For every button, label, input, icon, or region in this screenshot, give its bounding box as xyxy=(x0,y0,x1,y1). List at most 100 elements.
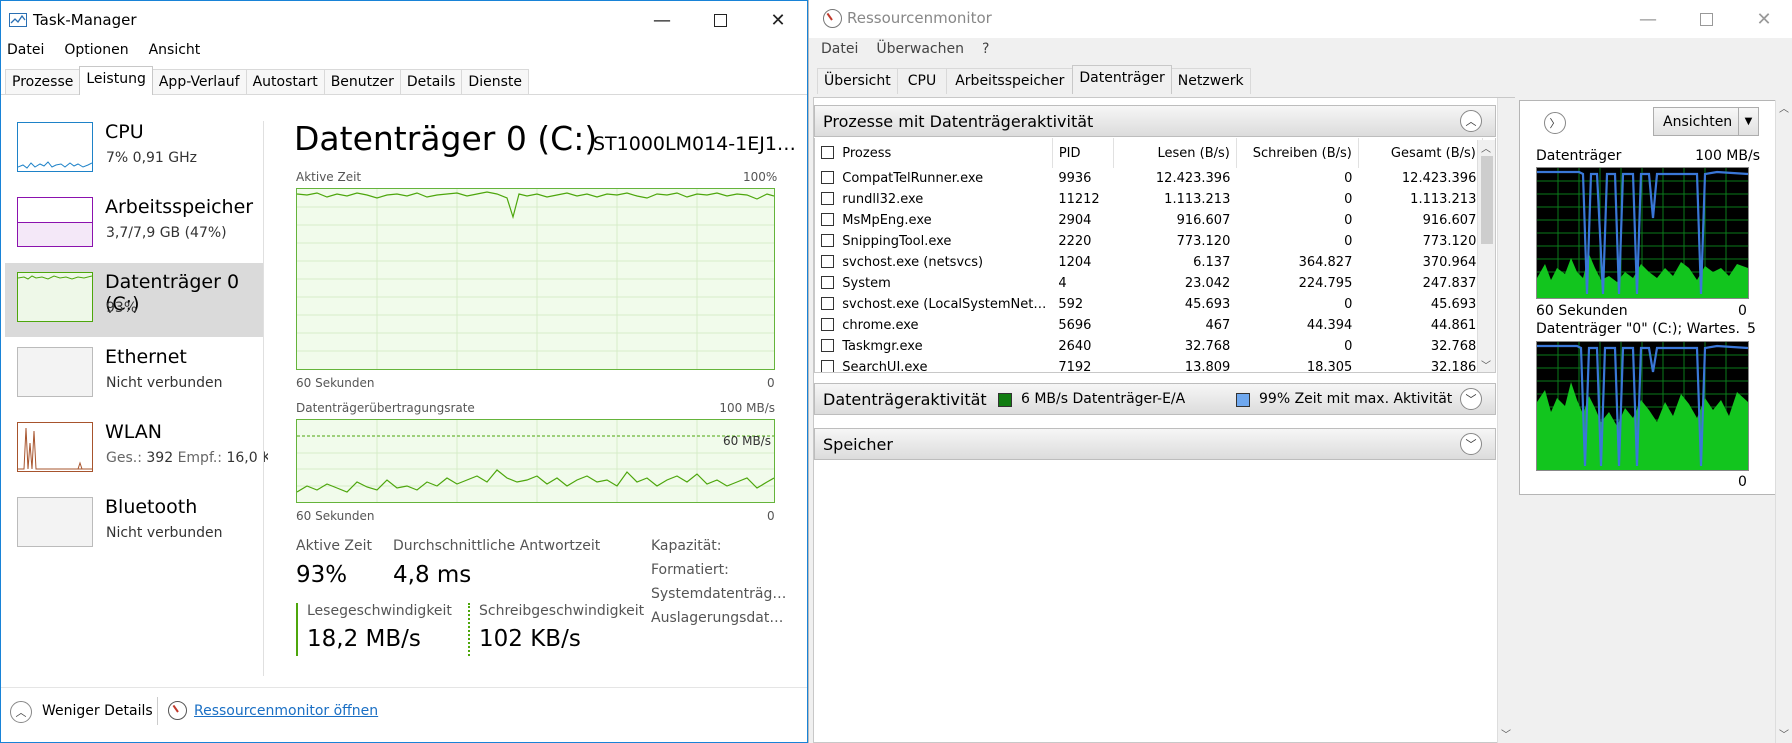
rm-tab-datentraeger[interactable]: Datenträger xyxy=(1072,65,1172,94)
dropdown-arrow-icon[interactable]: ▼ xyxy=(1738,108,1758,135)
tab-prozesse[interactable]: Prozesse xyxy=(5,69,81,95)
processes-panel-header[interactable]: Prozesse mit Datenträgeraktivität xyxy=(814,105,1496,137)
menu-optionen[interactable]: Optionen xyxy=(64,42,128,58)
rm-menu-help[interactable]: ? xyxy=(982,41,989,57)
sidebar-item-arbeitsspeicher[interactable]: Arbeitsspeicher 3,7/7,9 GB (47%) xyxy=(5,188,263,262)
menu-ansicht[interactable]: Ansicht xyxy=(149,42,201,58)
rm-title: Ressourcenmonitor xyxy=(847,9,992,27)
cpu-thumbnail xyxy=(17,122,93,172)
sidebar-item-ethernet[interactable]: Ethernet Nicht verbunden xyxy=(5,338,263,412)
scroll-up-icon[interactable]: ︿ xyxy=(1481,140,1491,155)
col-pid[interactable]: PID xyxy=(1052,138,1114,168)
table-row[interactable]: svchost.exe (LocalSystemNet… 592 45.693 0 45… xyxy=(815,294,1482,315)
sidebar-item-bluetooth[interactable]: Bluetooth Nicht verbunden xyxy=(5,488,263,562)
row-checkbox[interactable] xyxy=(821,276,834,289)
table-row[interactable]: MsMpEng.exe 2904 916.607 0 916.607 xyxy=(815,210,1482,231)
cell-pid: 1204 xyxy=(1058,255,1092,270)
table-row[interactable]: SearchUI.exe 7192 13.809 18.305 32.186 xyxy=(815,357,1482,373)
col-prozess[interactable]: Prozess xyxy=(815,138,1053,168)
system-disk-label: Systemdatenträg… xyxy=(651,586,787,602)
less-details-button[interactable]: Weniger Details xyxy=(42,703,153,719)
col-lesen[interactable]: Lesen (B/s) xyxy=(1113,138,1237,168)
col-schreiben[interactable]: Schreiben (B/s) xyxy=(1236,138,1359,168)
views-button[interactable]: Ansichten ▼ xyxy=(1653,107,1759,136)
table-row[interactable]: System 4 23.042 224.795 247.837 xyxy=(815,273,1482,294)
pagefile-label: Auslagerungsdat… xyxy=(651,610,784,626)
rm-graphs-panel: 〉 Ansichten ▼ Datenträger 100 MB/s 60 Se… xyxy=(1519,100,1777,495)
tm-title: Task-Manager xyxy=(33,11,137,29)
table-row[interactable]: rundll32.exe 11212 1.113.213 0 1.113.213 xyxy=(815,189,1482,210)
chevron-up-icon[interactable]: ︿ xyxy=(10,701,32,723)
scroll-down-icon[interactable]: ﹀ xyxy=(1481,357,1491,372)
rm-tab-cpu[interactable]: CPU xyxy=(896,68,948,94)
sidebar-sub: 3,7/7,9 GB (47%) xyxy=(106,225,227,241)
collapse-processes-icon[interactable]: ︿ xyxy=(1460,110,1482,132)
processes-scrollbar[interactable]: ︿ ﹀ xyxy=(1477,140,1495,372)
tab-details[interactable]: Details xyxy=(399,69,463,95)
table-row[interactable]: CompatTelRunner.exe 9936 12.423.396 0 12.423… xyxy=(815,168,1482,189)
rm-menu-datei[interactable]: Datei xyxy=(821,41,858,57)
scroll-up-icon[interactable]: ︿ xyxy=(1779,100,1789,115)
scroll-thumb[interactable] xyxy=(1481,156,1493,244)
max-activity-legend-text: 99% Zeit mit max. Aktivität xyxy=(1259,391,1453,407)
active-time-value: 93% xyxy=(296,562,348,588)
table-row[interactable]: Taskmgr.exe 2640 32.768 0 32.768 xyxy=(815,336,1482,357)
cell-pid: 7192 xyxy=(1058,360,1092,373)
row-checkbox[interactable] xyxy=(821,318,834,331)
rm-tab-uebersicht[interactable]: Übersicht xyxy=(817,68,898,94)
cell-write: 224.795 xyxy=(1298,276,1353,291)
tab-leistung[interactable]: Leistung xyxy=(79,66,153,95)
col-gesamt[interactable]: Gesamt (B/s) xyxy=(1358,138,1483,168)
expand-graphs-icon[interactable]: 〉 xyxy=(1544,112,1566,134)
sidebar-item-datentraeger[interactable]: Datenträger 0 (C:) 93% xyxy=(5,263,263,337)
scroll-down-icon[interactable]: ﹀ xyxy=(1501,726,1511,741)
row-checkbox[interactable] xyxy=(821,171,834,184)
expand-storage-icon[interactable]: ﹀ xyxy=(1460,433,1482,455)
tab-app-verlauf[interactable]: App-Verlauf xyxy=(151,69,247,95)
storage-panel-header[interactable]: Speicher xyxy=(814,428,1496,460)
rm-tab-netzwerk[interactable]: Netzwerk xyxy=(1170,68,1251,94)
activity-panel-header[interactable]: Datenträgeraktivität 6 MB/s Datenträger-… xyxy=(814,383,1496,415)
row-checkbox[interactable] xyxy=(821,213,834,226)
table-row[interactable]: chrome.exe 5696 467 44.394 44.861 xyxy=(815,315,1482,336)
rm-tab-arbeitsspeicher[interactable]: Arbeitsspeicher xyxy=(946,68,1074,94)
minimize-button[interactable]: — xyxy=(633,1,691,39)
sidebar-item-cpu[interactable]: CPU 7% 0,91 GHz xyxy=(5,113,263,187)
maximize-button[interactable] xyxy=(691,1,749,39)
rm-titlebar[interactable]: Ressourcenmonitor — ✕ xyxy=(809,0,1792,38)
select-all-checkbox[interactable] xyxy=(821,145,834,159)
cell-process: rundll32.exe xyxy=(815,189,1052,210)
disk-queue-graph xyxy=(1536,341,1749,471)
cell-total: 45.693 xyxy=(1430,297,1477,312)
rgraph2-label: Datenträger "0" (C:); Wartes… xyxy=(1536,321,1741,337)
tab-dienste[interactable]: Dienste xyxy=(461,69,529,95)
row-checkbox[interactable] xyxy=(821,255,834,268)
tab-benutzer[interactable]: Benutzer xyxy=(323,69,401,95)
tm-tabs: Prozesse Leistung App-Verlauf Autostart … xyxy=(5,66,529,95)
menu-datei[interactable]: Datei xyxy=(7,42,44,58)
sidebar-item-wlan[interactable]: WLAN Ges.: 392 Empf.: 16,0 KB xyxy=(5,413,268,487)
row-checkbox[interactable] xyxy=(821,360,834,372)
rm-menu-ueberwachen[interactable]: Überwachen xyxy=(876,41,964,57)
rm-maximize-button[interactable] xyxy=(1677,0,1735,38)
right-area-scrollbar[interactable]: ︿ ﹀ xyxy=(1775,100,1792,743)
tm-titlebar[interactable]: Task-Manager — ✕ xyxy=(1,1,807,39)
row-checkbox[interactable] xyxy=(821,339,834,352)
memory-thumbnail xyxy=(17,197,93,247)
expand-activity-icon[interactable]: ﹀ xyxy=(1460,388,1482,410)
rm-minimize-button[interactable]: — xyxy=(1619,0,1677,38)
active-time-graph xyxy=(296,188,775,370)
open-resource-monitor-link[interactable]: Ressourcenmonitor öffnen xyxy=(194,703,378,719)
row-checkbox[interactable] xyxy=(821,234,834,247)
cell-read: 773.120 xyxy=(1176,234,1231,249)
scroll-down-icon[interactable]: ﹀ xyxy=(1779,726,1789,741)
row-checkbox[interactable] xyxy=(821,297,834,310)
row-checkbox[interactable] xyxy=(821,192,834,205)
left-area-scrollbar[interactable]: ﹀ xyxy=(1497,98,1515,743)
rm-close-button[interactable]: ✕ xyxy=(1735,0,1792,38)
table-row[interactable]: svchost.exe (netsvcs) 1204 6.137 364.827 370… xyxy=(815,252,1482,273)
close-button[interactable]: ✕ xyxy=(749,1,807,39)
task-manager-window: Task-Manager — ✕ Datei Optionen Ansicht … xyxy=(0,0,808,743)
tab-autostart[interactable]: Autostart xyxy=(245,69,325,95)
table-row[interactable]: SnippingTool.exe 2220 773.120 0 773.120 xyxy=(815,231,1482,252)
